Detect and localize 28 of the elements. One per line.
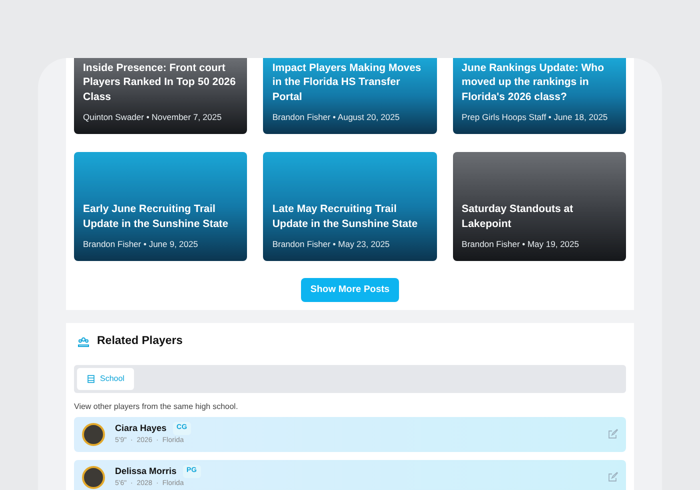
description-text: View other players from the same high school. (74, 400, 239, 412)
edit-icon[interactable] (608, 472, 618, 482)
post-card[interactable]: June Rankings Update: Who moved up the rankings in Florida's 2026 class? Prep Girls Hoops Staff • June 18, 2025 (452, 58, 626, 134)
post-title: Late May Recruiting Trail Update in the Sunshine State (272, 202, 419, 232)
player-name: Ciara Hayes (115, 422, 167, 435)
player-name: Delissa Morris (115, 464, 177, 478)
post-title: Impact Players Making Moves in the Florida HS Transfer Portal (272, 60, 422, 104)
post-title: June Rankings Update: Who moved up the rankings in Florida's 2026 class? (462, 60, 605, 104)
post-meta: Brandon Fisher • May 19, 2025 (462, 238, 580, 251)
avatar (82, 466, 105, 488)
post-meta: Brandon Fisher • August 20, 2025 (272, 111, 401, 124)
post-title: Early June Recruiting Trail Update in the Sunshine State (83, 202, 230, 232)
post-title: Saturday Standouts at Lakepoint (462, 202, 574, 232)
avatar (82, 422, 105, 446)
people-icon (78, 336, 89, 347)
post-card[interactable]: Early June Recruiting Trail Update in the Sunshine State Brandon Fisher • June 9, 2025 (74, 152, 248, 261)
post-card[interactable]: Saturday Standouts at Lakepoint Brandon Fisher • May 19, 2025 (452, 152, 626, 261)
edit-icon[interactable] (608, 429, 618, 439)
post-meta: Brandon Fisher • June 9, 2025 (83, 238, 199, 251)
section-title: Related Players (97, 334, 183, 350)
post-meta: Quinton Swader • November 7, 2025 (83, 111, 223, 124)
post-meta: Prep Girls Hoops Staff • June 18, 2025 (462, 111, 609, 124)
list-icon (87, 374, 95, 382)
post-card[interactable]: Late May Recruiting Trail Update in the Sunshine State Brandon Fisher • May 23, 2025 (263, 152, 437, 261)
post-card[interactable]: Impact Players Making Moves in the Florida HS Transfer Portal Brandon Fisher • August 20, 2025 (263, 58, 437, 134)
post-title: Inside Presence: Front court Players Ranked In Top 50 2026 Class (83, 60, 237, 104)
post-meta: Brandon Fisher • May 23, 2025 (272, 238, 391, 251)
post-card[interactable]: Inside Presence: Front court Players Ranked In Top 50 2026 Class Quinton Swader • November 7, 2025 (74, 58, 248, 134)
